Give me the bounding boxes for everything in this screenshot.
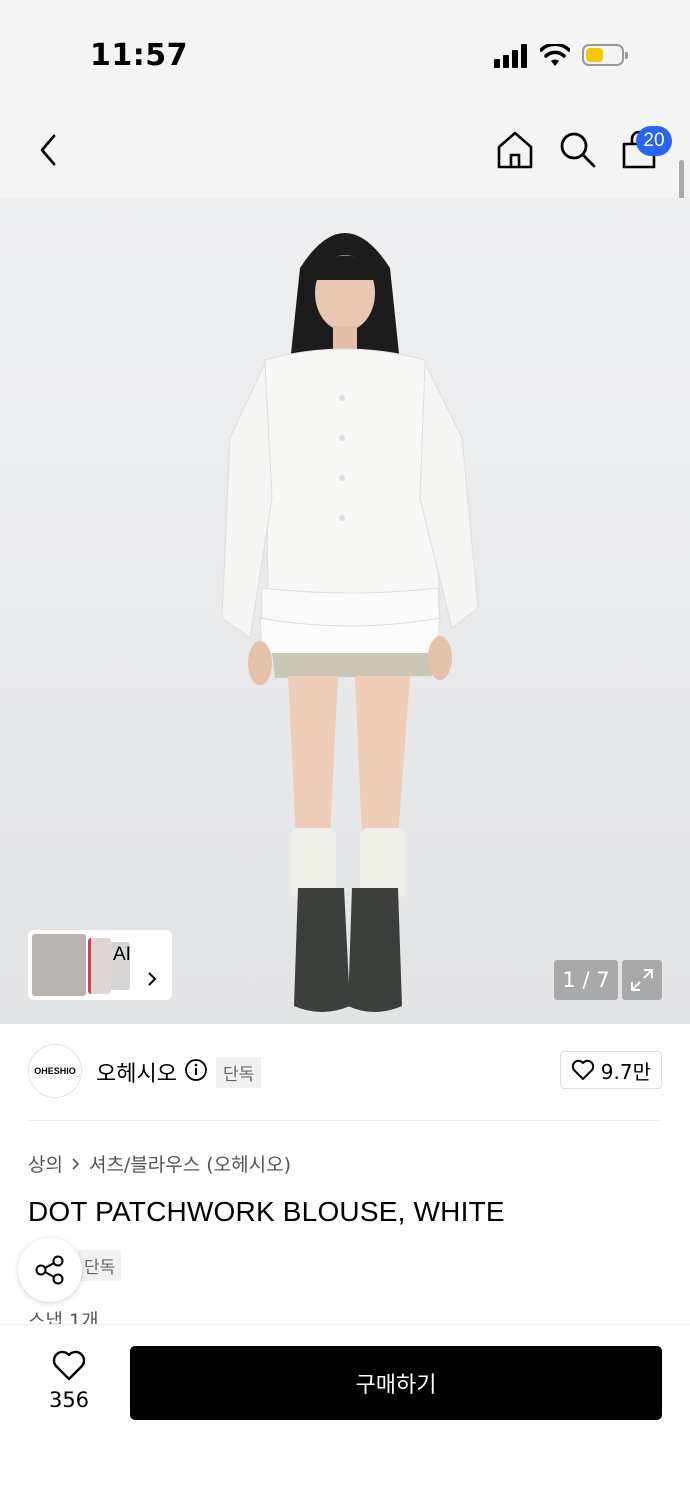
ai-thumbnail [88, 938, 111, 994]
wishlist-count: 356 [48, 1388, 90, 1412]
wishlist-button[interactable] [40, 1350, 98, 1386]
exclusive-badge: 단독 [216, 1057, 262, 1088]
cart-count-badge: 20 [636, 126, 672, 156]
buy-button[interactable]: 구매하기 [130, 1346, 662, 1420]
search-icon[interactable] [558, 130, 598, 170]
breadcrumb-subcategory[interactable]: 셔츠/블라우스 (오헤시오) [89, 1150, 291, 1177]
status-bar: 11:57 [0, 0, 690, 100]
top-nav [0, 100, 690, 198]
share-button[interactable] [18, 1238, 82, 1302]
back-icon[interactable] [36, 130, 62, 170]
ai-styling-card[interactable] [28, 930, 172, 1000]
wifi-icon [540, 44, 570, 66]
cellular-signal-icon [494, 44, 530, 68]
heart-icon [52, 1350, 86, 1381]
status-time: 11:57 [90, 38, 188, 73]
expand-image-button[interactable] [622, 960, 662, 1000]
chevron-right-icon [72, 1157, 80, 1170]
chevron-right-icon [148, 972, 157, 986]
brand-like-button[interactable]: 9.7만 [559, 1051, 662, 1089]
brand-logo[interactable]: OHESHIO [28, 1044, 82, 1098]
product-title: DOT PATCHWORK BLOUSE, WHITE [28, 1196, 505, 1227]
exclusive-badge: 단독 [78, 1250, 122, 1281]
home-icon[interactable] [496, 130, 534, 170]
ai-label: AI [113, 944, 131, 965]
expand-icon [631, 969, 653, 991]
snap-count[interactable]: 스냅 1개 [28, 1306, 99, 1326]
battery-icon [582, 44, 628, 66]
brand-name[interactable]: 오헤시오 [96, 1056, 177, 1088]
product-image[interactable] [0, 198, 690, 1024]
heart-icon [571, 1059, 594, 1080]
divider [28, 1120, 662, 1121]
breadcrumb: 상의 셔츠/블라우스 (오헤시오) [28, 1150, 291, 1177]
share-icon [35, 1255, 64, 1285]
breadcrumb-category[interactable]: 상의 [28, 1150, 63, 1177]
brand-row: OHESHIO 오헤시오 단독 9.7만 [28, 1044, 662, 1100]
ai-thumbnail [32, 934, 86, 996]
model-photo [221, 233, 479, 1012]
info-icon[interactable] [184, 1058, 208, 1082]
brand-like-count: 9.7만 [600, 1059, 651, 1084]
image-page-indicator: 1 / 7 [554, 960, 618, 1000]
